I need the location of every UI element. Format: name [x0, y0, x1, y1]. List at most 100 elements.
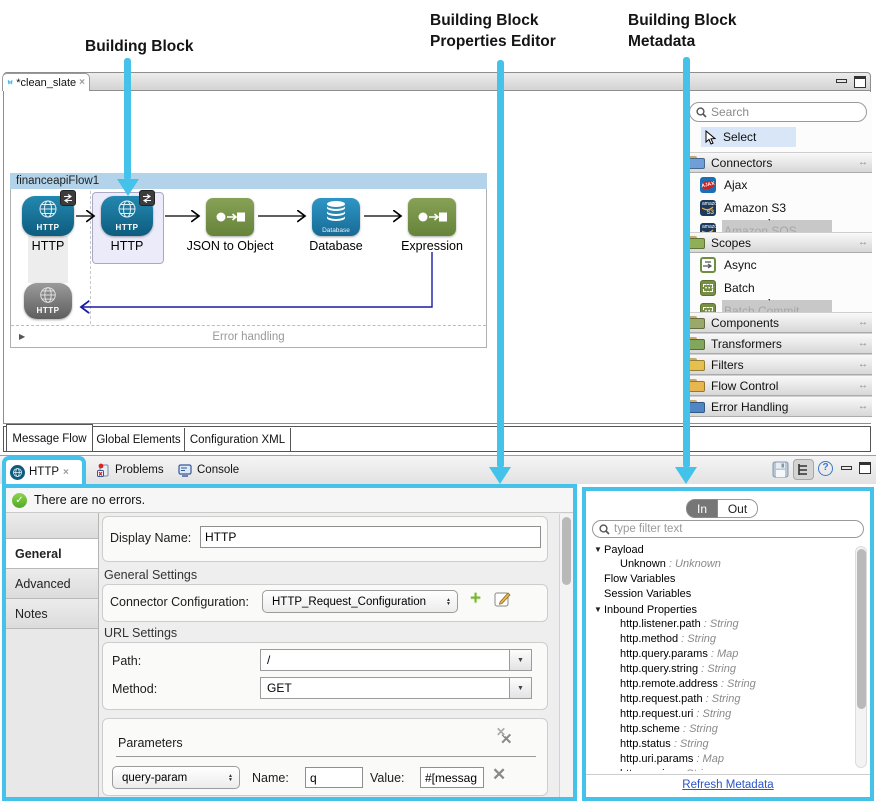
sidebar-tab-advanced[interactable]: Advanced: [6, 569, 98, 599]
metadata-scrollbar[interactable]: [855, 546, 867, 768]
param-value-input[interactable]: #[messag: [420, 767, 484, 788]
exchange-badge-icon[interactable]: [60, 190, 76, 206]
metadata-tree-item[interactable]: http.uri.params : Map: [592, 752, 864, 767]
palette-section-flow-control[interactable]: Flow Control↔: [684, 375, 872, 396]
error-handling-strip[interactable]: ▶ Error handling: [11, 325, 486, 348]
view-tab-http[interactable]: HTTP ×: [2, 456, 86, 484]
database-block[interactable]: Database: [312, 198, 360, 236]
expand-triangle-icon[interactable]: ▶: [19, 326, 25, 348]
exchange-badge-icon[interactable]: [139, 190, 155, 206]
palette-item-batch[interactable]: •••Batch: [684, 276, 872, 299]
tree-outline-icon: [797, 463, 810, 476]
metadata-tree-item[interactable]: http.listener.path : String: [592, 617, 864, 632]
outline-view-button[interactable]: [793, 459, 814, 480]
refresh-metadata-link[interactable]: Refresh Metadata: [586, 779, 870, 791]
dropdown-arrow-icon[interactable]: ▼: [509, 650, 531, 670]
view-tab-problems[interactable]: Problems: [96, 459, 164, 481]
annotation-metadata: Building Block Metadata: [628, 10, 737, 52]
expand-icon[interactable]: ↔: [858, 359, 868, 370]
metadata-tree-item[interactable]: http.request.uri : String: [592, 707, 864, 722]
remove-param-row-button[interactable]: ✕: [492, 765, 506, 785]
cursor-icon: [704, 130, 717, 145]
palette-search-input[interactable]: Search: [689, 102, 867, 122]
out-tab[interactable]: Out: [718, 499, 758, 518]
help-button[interactable]: ?: [818, 461, 833, 476]
palette-item-ajax[interactable]: AJAXAjax: [684, 173, 872, 196]
block-label: JSON to Object: [175, 239, 285, 253]
metadata-tree-item[interactable]: http.request.path : String: [592, 692, 864, 707]
dropdown-arrow-icon[interactable]: ▼: [509, 678, 531, 698]
in-tab[interactable]: In: [686, 499, 718, 518]
param-name-input[interactable]: q: [305, 767, 363, 788]
expand-icon[interactable]: ↔: [858, 380, 868, 391]
editor-maximize-button[interactable]: [854, 76, 866, 88]
panel-maximize-button[interactable]: [859, 462, 871, 474]
metadata-tree-item[interactable]: Unknown : Unknown: [592, 557, 864, 572]
view-tab-console[interactable]: Console: [178, 459, 239, 481]
palette-section-transformers[interactable]: Transformers↔: [684, 333, 872, 354]
sidebar-tab-general[interactable]: General: [6, 539, 98, 569]
problems-icon: [96, 463, 110, 477]
http-response-block[interactable]: HTTP: [24, 283, 72, 319]
metadata-tree-item[interactable]: ▼Payload: [592, 542, 864, 557]
palette-section-filters[interactable]: Filters↔: [684, 354, 872, 375]
connector-config-dropdown[interactable]: HTTP_Request_Configuration ▲▼: [262, 590, 458, 613]
palette-item-amazon-s3[interactable]: amazonS3Amazon S3: [684, 196, 872, 219]
metadata-tree-item[interactable]: Session Variables: [592, 587, 864, 602]
close-icon[interactable]: ×: [79, 77, 85, 88]
close-icon[interactable]: ×: [63, 467, 69, 478]
palette-section-error-handling[interactable]: Error Handling↔: [684, 396, 872, 417]
http-globe-icon: [10, 465, 25, 480]
scrollbar-thumb[interactable]: [562, 517, 571, 585]
json-to-object-block[interactable]: [206, 198, 254, 236]
expand-icon[interactable]: ↔: [858, 317, 868, 328]
edit-config-button[interactable]: [494, 590, 512, 613]
scrollbar-thumb[interactable]: [857, 549, 866, 709]
palette-select-tool[interactable]: Select: [701, 127, 796, 147]
expression-block[interactable]: [408, 198, 456, 236]
metadata-tree-item[interactable]: http.scheme : String: [592, 722, 864, 737]
metadata-tree-item[interactable]: http.status : String: [592, 737, 864, 752]
metadata-tree-item[interactable]: http.method : String: [592, 632, 864, 647]
metadata-tree-item[interactable]: http.version : String: [592, 767, 864, 771]
remove-parameters-button[interactable]: ✕ ✕: [500, 730, 513, 749]
expand-icon[interactable]: ↔: [858, 157, 868, 168]
add-config-button[interactable]: +: [470, 588, 481, 610]
method-combo[interactable]: GET ▼: [260, 677, 532, 699]
param-type-dropdown[interactable]: query-param ▲▼: [112, 766, 240, 789]
metadata-tree-item[interactable]: ▼Inbound Properties: [592, 602, 864, 617]
metadata-filter-input[interactable]: type filter text: [592, 520, 864, 538]
palette-section-scopes[interactable]: Scopes↔: [684, 232, 872, 253]
tree-item-type: : Map: [693, 753, 724, 765]
palette-section-connectors[interactable]: Connectors↔: [684, 152, 872, 173]
palette-section-components[interactable]: Components↔: [684, 312, 872, 333]
metadata-tree-item[interactable]: Flow Variables: [592, 572, 864, 587]
database-cylinder-icon: [324, 200, 348, 222]
save-button[interactable]: [772, 461, 789, 483]
editor-minimize-button[interactable]: [836, 79, 847, 83]
panel-minimize-button[interactable]: [841, 466, 852, 470]
path-value: /: [267, 653, 270, 667]
tree-item-type: : Map: [708, 648, 739, 660]
expand-icon[interactable]: ↔: [858, 237, 868, 248]
tree-expand-icon[interactable]: ▼: [594, 602, 604, 617]
tab-message-flow[interactable]: Message Flow: [6, 424, 93, 452]
tab-configuration-xml[interactable]: Configuration XML: [185, 428, 291, 452]
metadata-tree-item[interactable]: http.remote.address : String: [592, 677, 864, 692]
palette-item-amazon-sqs-partial[interactable]: amazonS3Amazon SQS: [684, 219, 872, 232]
editor-tab-clean-slate[interactable]: *clean_slate ×: [2, 73, 90, 91]
palette-item-batch-commit-partial[interactable]: •••Batch Commit: [684, 299, 872, 312]
tree-item-type: : String: [693, 708, 731, 720]
path-combo[interactable]: / ▼: [260, 649, 532, 671]
display-name-input[interactable]: HTTP: [200, 526, 541, 548]
properties-scrollbar[interactable]: [559, 514, 573, 797]
palette-item-async[interactable]: Async: [684, 253, 872, 276]
expand-icon[interactable]: ↔: [858, 401, 868, 412]
expand-icon[interactable]: ↔: [858, 338, 868, 349]
flow-title-bar[interactable]: financeapiFlow1: [10, 173, 487, 189]
metadata-tree-item[interactable]: http.query.string : String: [592, 662, 864, 677]
metadata-tree-item[interactable]: http.query.params : Map: [592, 647, 864, 662]
tab-global-elements[interactable]: Global Elements: [93, 428, 185, 452]
sidebar-tab-notes[interactable]: Notes: [6, 599, 98, 629]
tree-expand-icon[interactable]: ▼: [594, 542, 604, 557]
